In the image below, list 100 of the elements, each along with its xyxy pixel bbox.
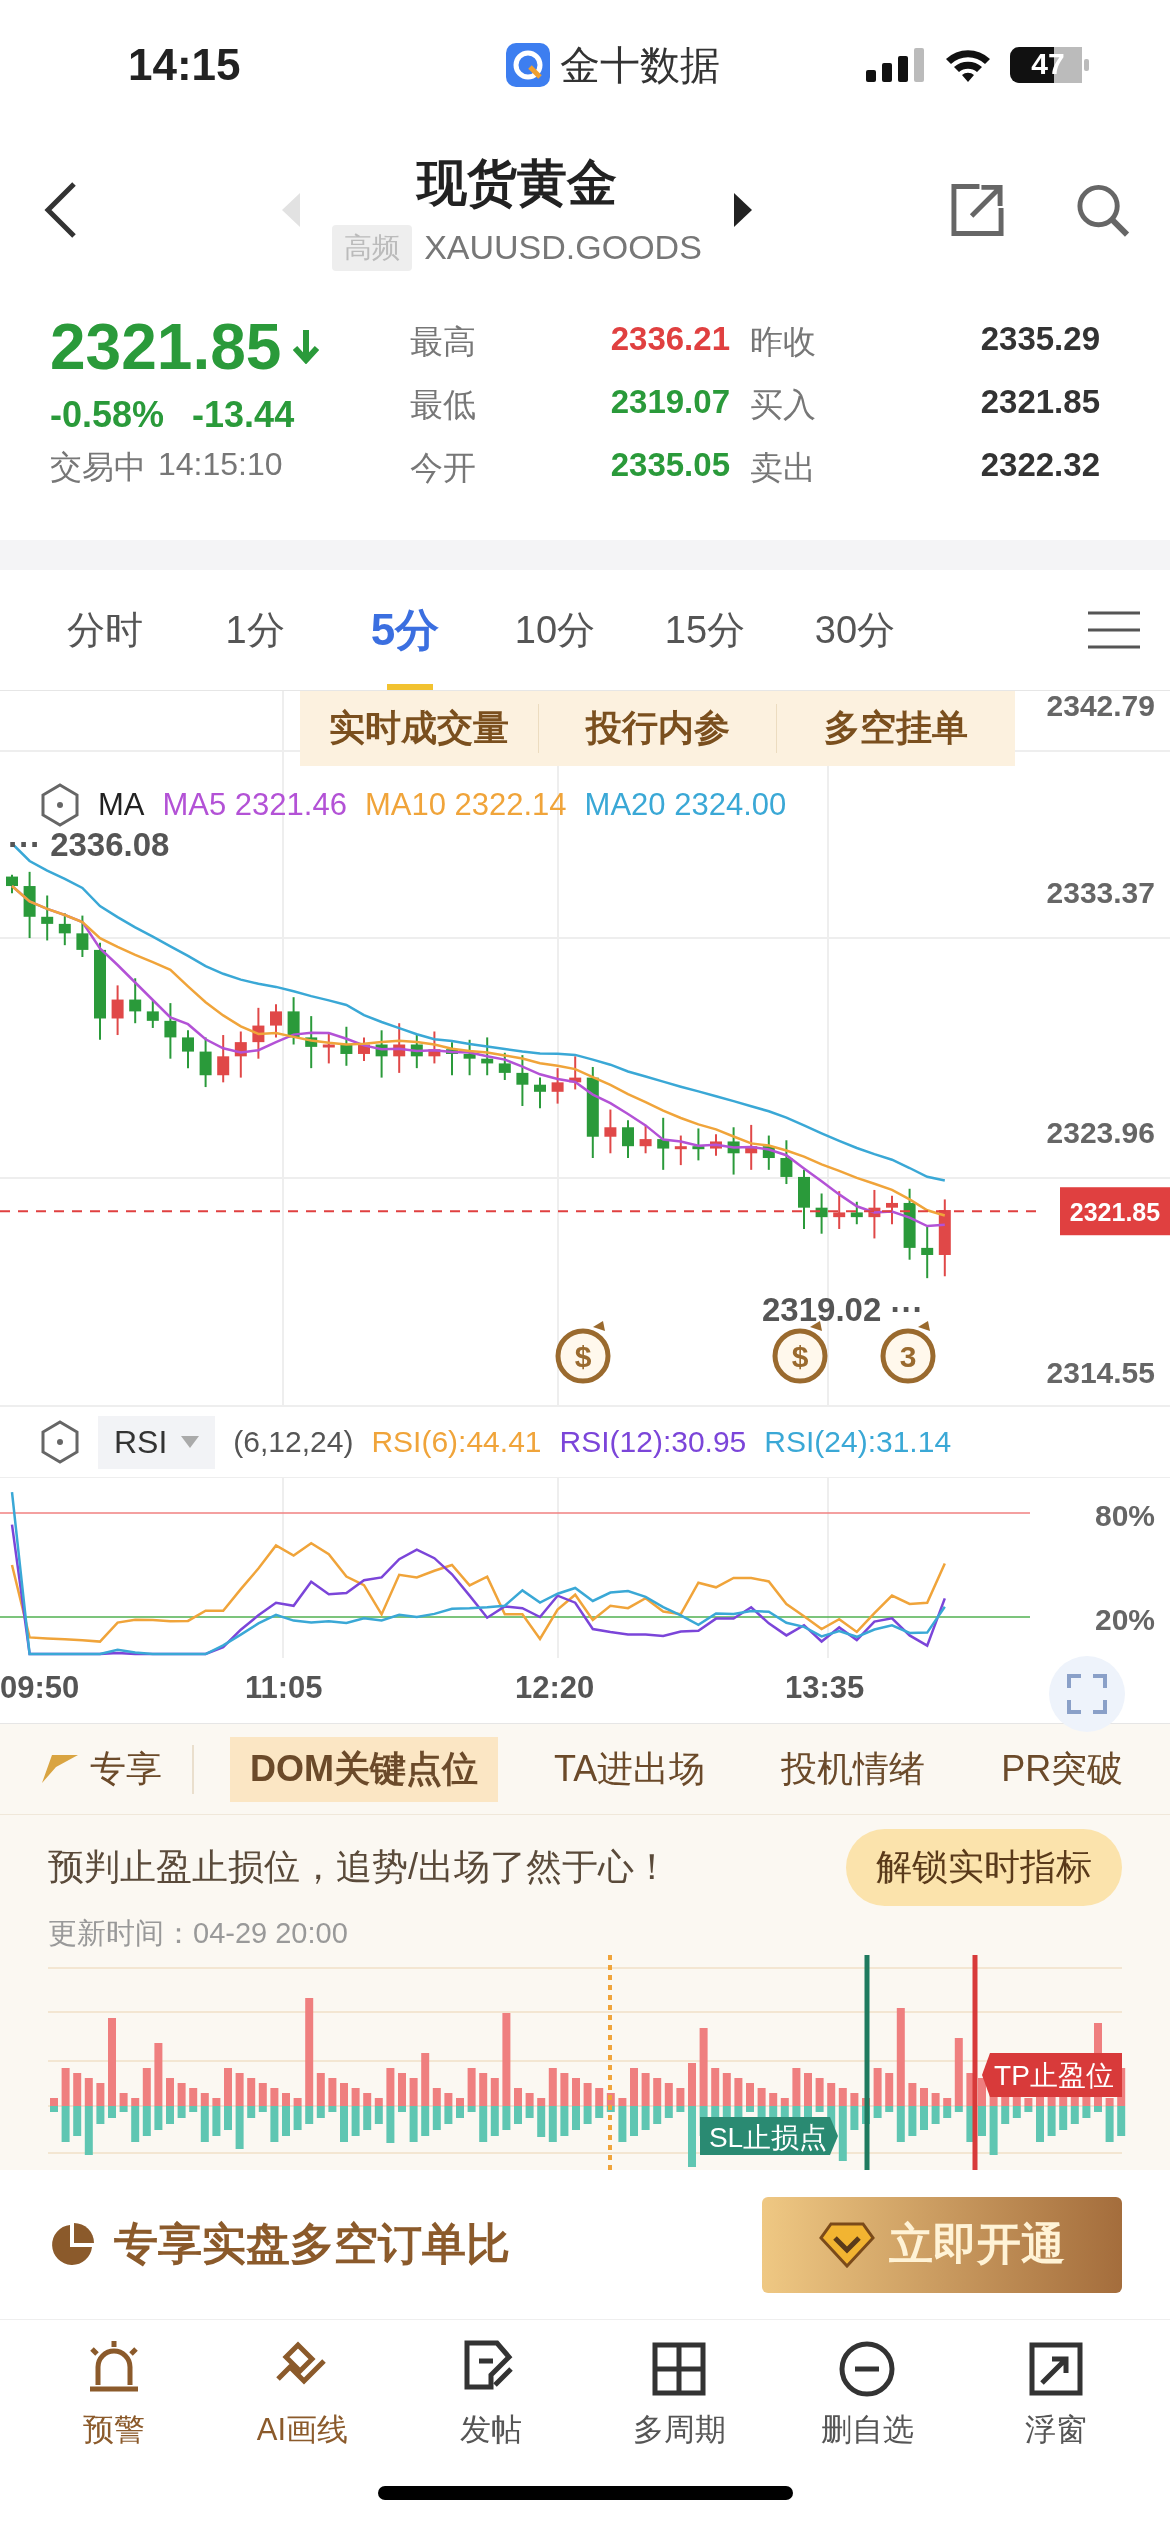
diamond-icon [819,2221,875,2268]
candlestick [23,870,36,940]
period-tab[interactable]: 分时 [30,570,180,690]
time-label: 13:35 [785,1670,865,1706]
search-icon[interactable] [1075,182,1130,238]
ma-value: MA20 2324.00 [584,787,787,823]
nav-item[interactable]: 多周期 [585,2338,774,2452]
candlestick [657,1116,670,1171]
candlestick [287,996,300,1046]
app-name: 金十数据 [560,41,721,89]
candlestick [833,1190,846,1230]
trading-status: 交易中 [50,448,146,487]
candlestick [410,1032,423,1070]
unlock-button[interactable]: 解锁实时指标 [846,1829,1122,1906]
page-title: 现货黄金 [417,153,617,213]
candlestick [305,1015,318,1070]
indicator-tab[interactable]: TA进出场 [534,1736,726,1802]
time-label: 11:05 [245,1670,323,1706]
ma-label: MA [98,787,145,823]
candlestick [164,1002,177,1060]
axis-label: 2314.55 [1046,1356,1155,1389]
candlestick [129,977,142,1025]
stat-label: 买入 [750,385,817,425]
share-icon[interactable] [950,182,1005,238]
wifi-icon [944,47,992,83]
headline-text: 预判止盈止损位，追势/出场了然于心！ [48,1845,670,1889]
candlestick [780,1139,793,1186]
candlestick [710,1133,722,1157]
nav-item[interactable]: AI画线 [208,2338,397,2452]
time-label: 09:50 [0,1670,80,1706]
price-tag: 2321.85 [1060,1187,1170,1236]
ma-value: MA5 2321.46 [162,787,347,823]
candlestick [463,1038,476,1077]
candlestick [604,1108,617,1155]
stat-label: 昨收 [750,322,817,362]
high-price-marker: ··· 2336.08 [8,826,170,863]
stat-label: 今开 [410,448,477,488]
candlestick [815,1192,828,1235]
period-tab[interactable]: 5分 [330,570,480,690]
axis-label: 2333.37 [1046,876,1155,909]
time-label: 12:20 [515,1670,595,1706]
candlestick [886,1194,898,1226]
nav-item[interactable]: 浮窗 [961,2338,1150,2452]
app-logo-icon [506,43,551,87]
indicator-tab[interactable]: PR突破 [981,1736,1144,1802]
candlestick [428,1030,441,1065]
candlestick [252,1006,265,1060]
menu-icon[interactable] [1088,610,1140,650]
nav-item[interactable]: 发帖 [396,2338,585,2452]
stat-value: 2322.32 [979,446,1101,485]
indicator-tab[interactable]: 投机情绪 [761,1736,946,1802]
candlestick [375,1029,388,1079]
candlestick [692,1127,705,1162]
rsi-value: RSI(6):44.41 [371,1425,542,1459]
nav-item[interactable]: 预警 [20,2338,209,2452]
period-tab[interactable]: 1分 [180,570,330,690]
stat-value: 2335.29 [979,320,1101,359]
chart-tab[interactable]: 多空挂单 [777,704,1015,753]
down-arrow-icon [293,330,320,364]
candlestick [481,1036,494,1077]
candlestick [727,1126,740,1176]
candlestick [868,1188,881,1240]
candlestick [498,1051,511,1081]
period-tab[interactable]: 10分 [480,570,630,690]
candlestick [41,894,54,942]
candlestick [516,1054,529,1107]
caret-icon [181,1436,200,1448]
stop-loss-label: SL止损点 [700,2117,838,2155]
settings-icon[interactable] [40,1420,80,1464]
quote-time: 14:15:10 [158,446,283,484]
candlestick [446,1041,458,1077]
clock: 14:15 [128,40,241,90]
stat-label: 最低 [410,385,477,425]
candlestick [358,1036,370,1063]
indicator-tab[interactable]: DOM关键点位 [230,1736,498,1802]
candlestick [850,1200,863,1226]
candlestick [798,1168,810,1230]
candlestick [146,999,159,1029]
nav-item[interactable]: 删自选 [773,2338,962,2452]
take-profit-label: TP止盈位 [982,2053,1122,2097]
last-price: 2321.85 [50,310,282,384]
ma-value: MA10 2322.14 [364,787,567,823]
chart-tab[interactable]: 实时成交量 [300,704,539,753]
indicator-dropdown[interactable]: RSI [98,1415,216,1469]
chart-tab[interactable]: 投行内参 [538,704,778,753]
candlestick [182,1029,194,1070]
settings-icon[interactable] [40,783,80,827]
candlestick [393,1022,406,1074]
candlestick [217,1034,230,1084]
next-arrow-icon[interactable] [731,193,752,227]
signal-icon [866,48,926,82]
period-tab[interactable]: 30分 [780,570,930,690]
period-tab[interactable]: 15分 [630,570,780,690]
candlestick [745,1123,758,1171]
change-percent: -0.58% [50,394,165,436]
promo-title: 专享实盘多空订单比 [114,2218,510,2270]
stat-label: 卖出 [750,448,817,488]
symbol-code: XAUUSD.GOODS [424,228,702,267]
candlestick [322,1032,335,1065]
candlestick [551,1067,564,1105]
